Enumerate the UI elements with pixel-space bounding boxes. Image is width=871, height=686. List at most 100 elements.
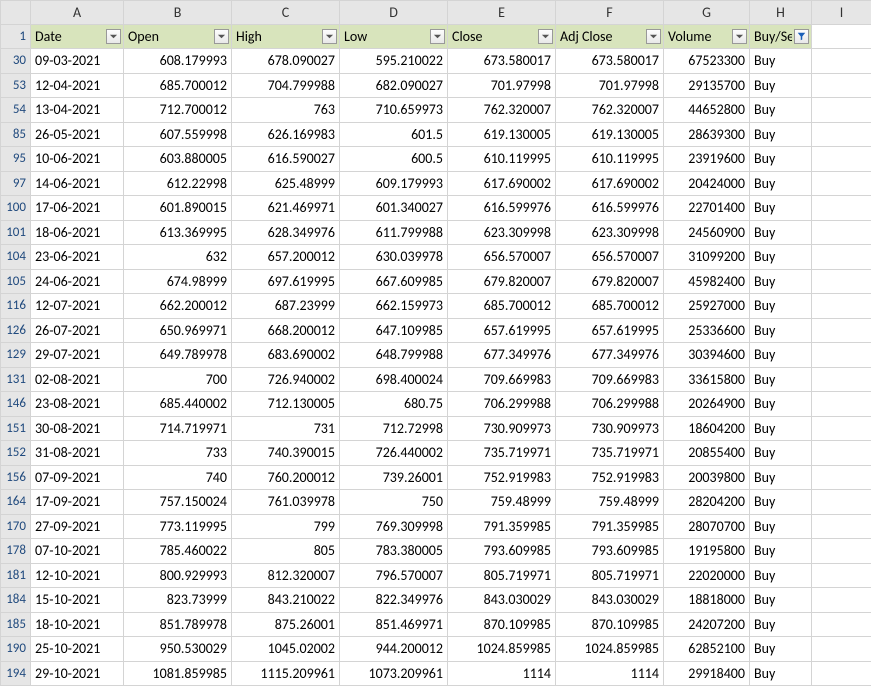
filter-header[interactable]: Low	[340, 25, 448, 50]
row-header[interactable]: 30	[1, 49, 31, 74]
table-cell[interactable]: 14-06-2021	[31, 172, 124, 197]
table-cell[interactable]: 851.469971	[340, 613, 448, 638]
table-cell[interactable]: 617.690002	[556, 172, 664, 197]
table-cell[interactable]: 740	[124, 466, 232, 491]
table-cell[interactable]: 601.890015	[124, 196, 232, 221]
empty-cell[interactable]	[812, 319, 871, 344]
table-cell[interactable]: 677.349976	[556, 343, 664, 368]
filter-dropdown-icon[interactable]	[732, 29, 747, 44]
filter-header[interactable]: High	[232, 25, 340, 50]
column-header-E[interactable]: E	[448, 0, 556, 25]
empty-cell[interactable]	[812, 270, 871, 295]
table-cell[interactable]: 20039800	[664, 466, 750, 491]
table-cell[interactable]: 710.659973	[340, 98, 448, 123]
table-cell[interactable]: 662.200012	[124, 294, 232, 319]
table-cell[interactable]: 23919600	[664, 147, 750, 172]
row-header[interactable]: 100	[1, 196, 31, 221]
empty-cell[interactable]	[812, 417, 871, 442]
table-cell[interactable]: 648.799988	[340, 343, 448, 368]
table-cell[interactable]: 793.609985	[556, 539, 664, 564]
table-cell[interactable]: 18-10-2021	[31, 613, 124, 638]
table-cell[interactable]: 67523300	[664, 49, 750, 74]
table-cell[interactable]: 735.719971	[556, 441, 664, 466]
table-cell[interactable]: Buy	[750, 49, 812, 74]
empty-cell[interactable]	[812, 441, 871, 466]
table-cell[interactable]: 18818000	[664, 588, 750, 613]
table-cell[interactable]: Buy	[750, 515, 812, 540]
table-cell[interactable]: Buy	[750, 98, 812, 123]
table-cell[interactable]: 609.179993	[340, 172, 448, 197]
table-cell[interactable]: 1073.209961	[340, 662, 448, 686]
table-cell[interactable]: 12-10-2021	[31, 564, 124, 589]
table-cell[interactable]: 851.789978	[124, 613, 232, 638]
table-cell[interactable]: Buy	[750, 490, 812, 515]
table-cell[interactable]: 617.690002	[448, 172, 556, 197]
table-cell[interactable]: 682.090027	[340, 74, 448, 99]
row-header[interactable]: 190	[1, 637, 31, 662]
table-cell[interactable]: 726.440002	[340, 441, 448, 466]
table-cell[interactable]: Buy	[750, 245, 812, 270]
table-cell[interactable]: Buy	[750, 294, 812, 319]
table-cell[interactable]: 683.690002	[232, 343, 340, 368]
table-cell[interactable]: 25927000	[664, 294, 750, 319]
empty-cell[interactable]	[812, 588, 871, 613]
filter-header[interactable]: Buy/Sell	[750, 25, 812, 50]
table-cell[interactable]: 730.909973	[448, 417, 556, 442]
table-cell[interactable]: Buy	[750, 368, 812, 393]
table-cell[interactable]: 616.599976	[556, 196, 664, 221]
row-header[interactable]: 181	[1, 564, 31, 589]
table-cell[interactable]: 45982400	[664, 270, 750, 295]
table-cell[interactable]: Buy	[750, 221, 812, 246]
filter-header[interactable]: Volume	[664, 25, 750, 50]
table-cell[interactable]: 678.090027	[232, 49, 340, 74]
row-header[interactable]: 53	[1, 74, 31, 99]
row-header[interactable]: 104	[1, 245, 31, 270]
table-cell[interactable]: 09-03-2021	[31, 49, 124, 74]
empty-cell[interactable]	[812, 564, 871, 589]
table-cell[interactable]: 822.349976	[340, 588, 448, 613]
table-cell[interactable]: 19195800	[664, 539, 750, 564]
table-cell[interactable]: 662.159973	[340, 294, 448, 319]
table-cell[interactable]: 679.820007	[448, 270, 556, 295]
table-cell[interactable]: 685.700012	[124, 74, 232, 99]
table-cell[interactable]: 25336600	[664, 319, 750, 344]
empty-cell[interactable]	[812, 613, 871, 638]
filter-header[interactable]: Open	[124, 25, 232, 50]
table-cell[interactable]: 29-10-2021	[31, 662, 124, 686]
table-cell[interactable]: Buy	[750, 441, 812, 466]
empty-cell[interactable]	[812, 343, 871, 368]
table-cell[interactable]: 762.320007	[556, 98, 664, 123]
row-header[interactable]: 129	[1, 343, 31, 368]
table-cell[interactable]: 823.73999	[124, 588, 232, 613]
table-cell[interactable]: 1024.859985	[556, 637, 664, 662]
table-cell[interactable]: 701.97998	[556, 74, 664, 99]
table-cell[interactable]: 769.309998	[340, 515, 448, 540]
empty-cell[interactable]	[812, 25, 871, 50]
table-cell[interactable]: 23-08-2021	[31, 392, 124, 417]
table-cell[interactable]: Buy	[750, 196, 812, 221]
table-cell[interactable]: 29135700	[664, 74, 750, 99]
table-cell[interactable]: 623.309998	[556, 221, 664, 246]
table-cell[interactable]: 1045.02002	[232, 637, 340, 662]
table-cell[interactable]: 712.700012	[124, 98, 232, 123]
table-cell[interactable]: 650.969971	[124, 319, 232, 344]
empty-cell[interactable]	[812, 637, 871, 662]
empty-cell[interactable]	[812, 245, 871, 270]
filter-dropdown-icon[interactable]	[430, 29, 445, 44]
row-header[interactable]: 101	[1, 221, 31, 246]
table-cell[interactable]: 613.369995	[124, 221, 232, 246]
table-cell[interactable]: 10-06-2021	[31, 147, 124, 172]
empty-cell[interactable]	[812, 466, 871, 491]
table-cell[interactable]: 616.599976	[448, 196, 556, 221]
row-header[interactable]: 178	[1, 539, 31, 564]
table-cell[interactable]: 733	[124, 441, 232, 466]
table-cell[interactable]: 796.570007	[340, 564, 448, 589]
table-cell[interactable]: 30-08-2021	[31, 417, 124, 442]
table-cell[interactable]: Buy	[750, 392, 812, 417]
table-cell[interactable]: 07-09-2021	[31, 466, 124, 491]
table-cell[interactable]: 23-06-2021	[31, 245, 124, 270]
table-cell[interactable]: 1081.859985	[124, 662, 232, 686]
table-cell[interactable]: 12-04-2021	[31, 74, 124, 99]
table-cell[interactable]: 750	[340, 490, 448, 515]
table-cell[interactable]: 31-08-2021	[31, 441, 124, 466]
